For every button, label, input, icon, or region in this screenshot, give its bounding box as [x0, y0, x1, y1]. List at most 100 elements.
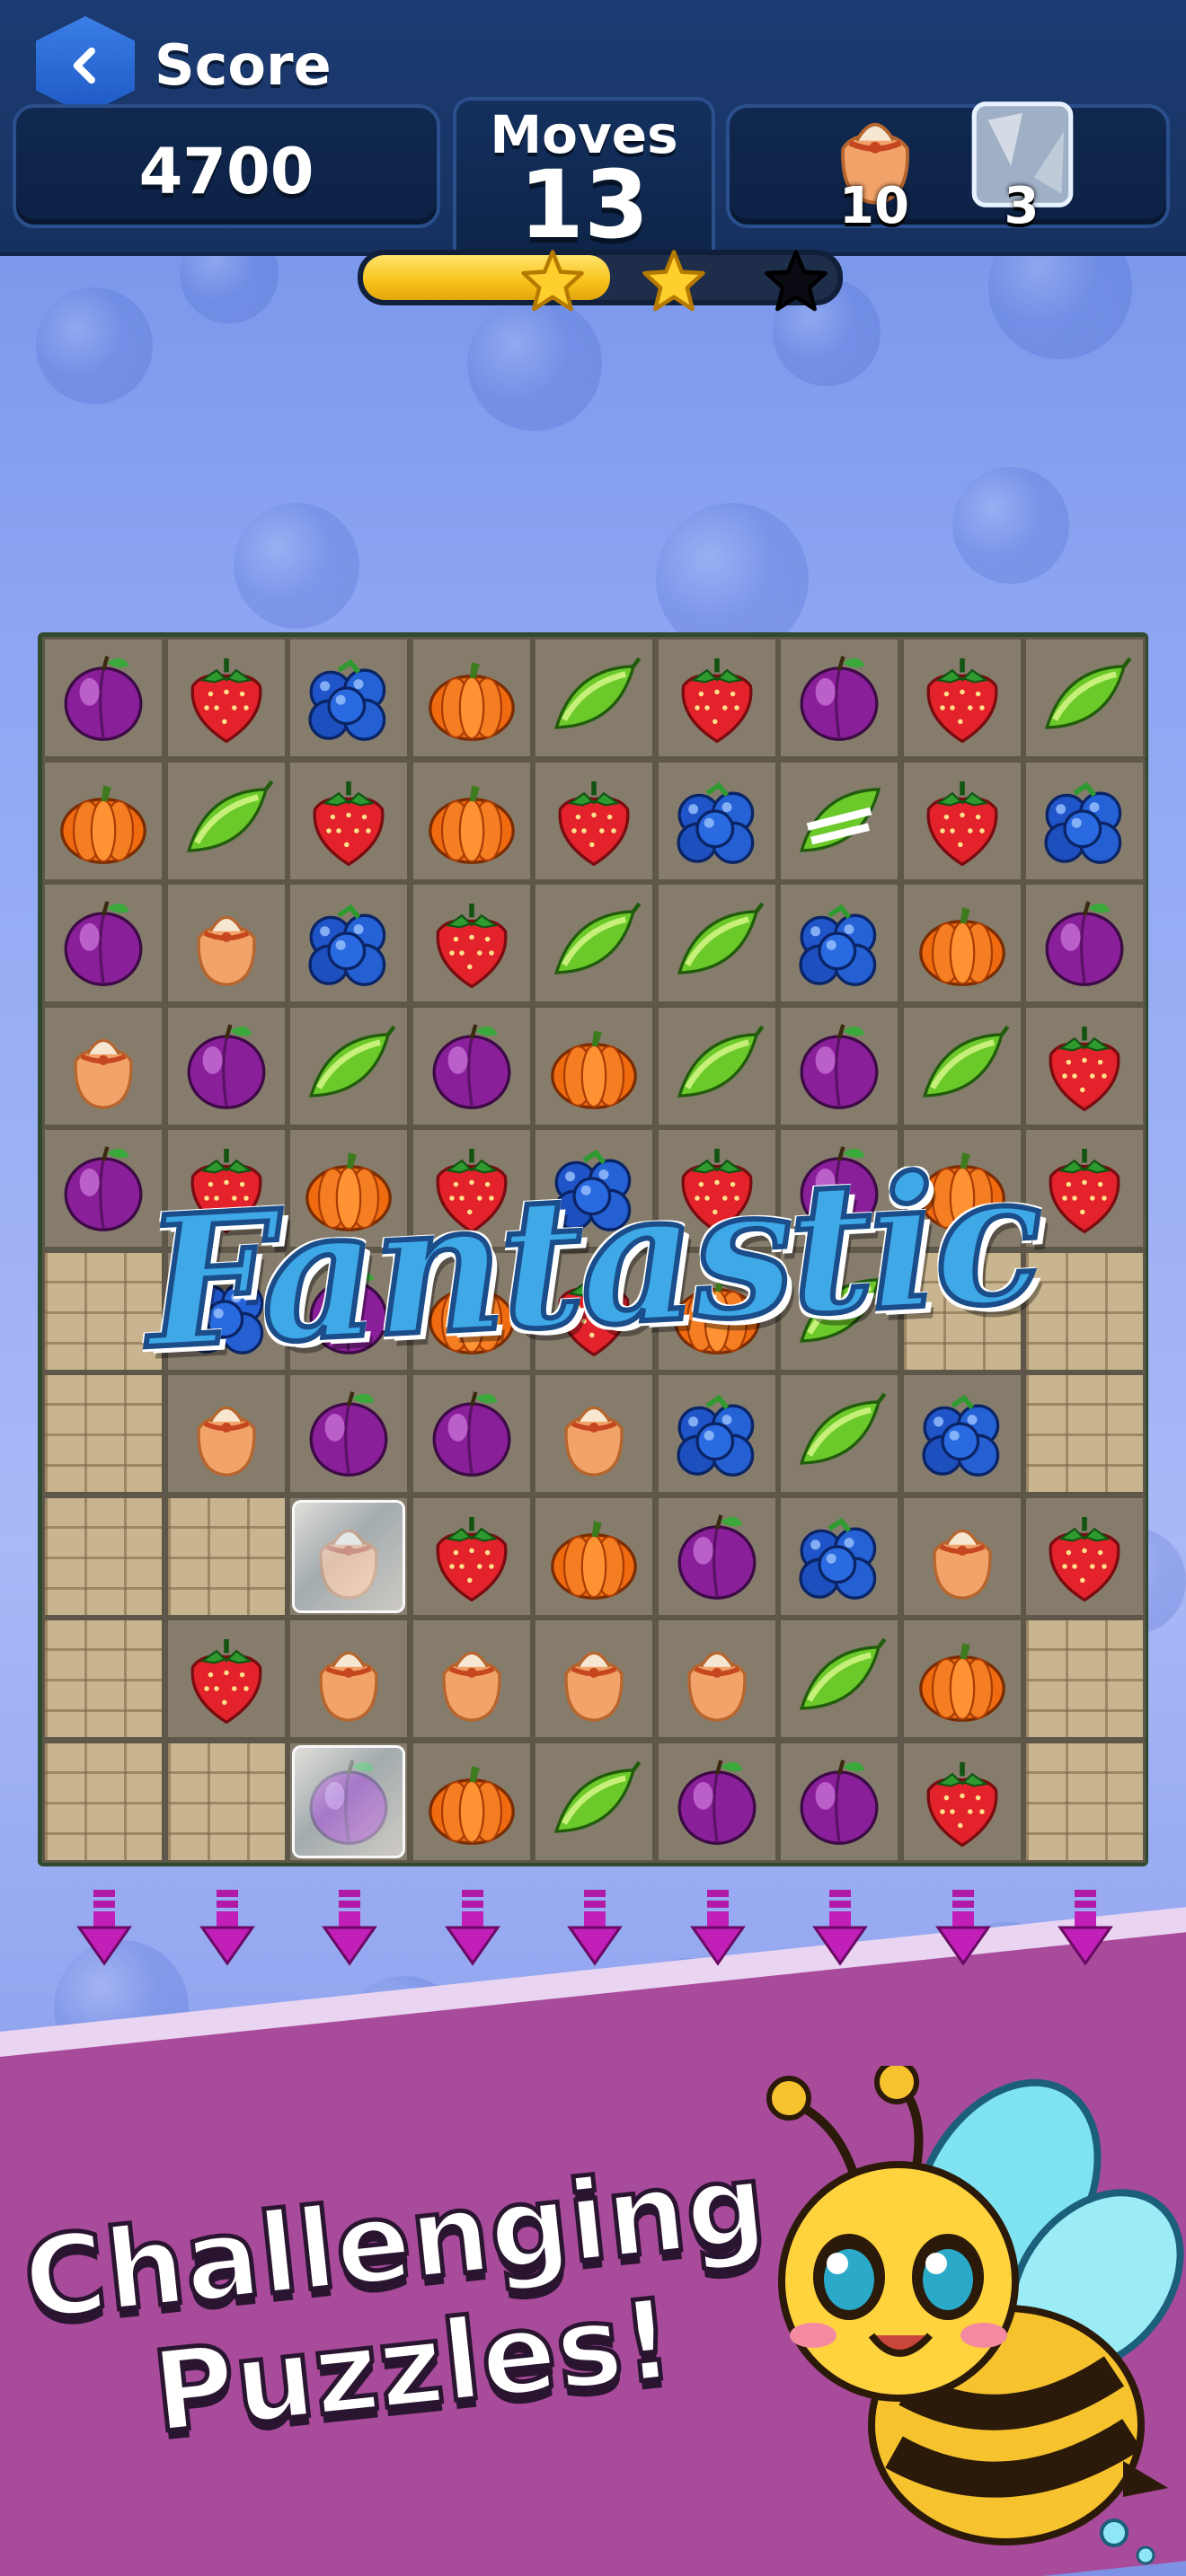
board-cell-blueberry[interactable]: [655, 759, 778, 882]
strawberry-icon: [544, 772, 643, 870]
peapod-icon: [544, 648, 643, 747]
board-cell-peapod-striped[interactable]: [778, 759, 900, 882]
board-cell-strawberry[interactable]: [1023, 1127, 1146, 1249]
board-cell-sack[interactable]: [655, 1618, 778, 1740]
board-cell-peapod[interactable]: [655, 1004, 778, 1127]
board-cell-plum[interactable]: [655, 1740, 778, 1863]
drop-arrow-icon: [566, 1886, 624, 1967]
board-cell-sack[interactable]: [900, 1495, 1023, 1618]
board-cell-plum[interactable]: [655, 1495, 778, 1618]
star-empty-icon: [763, 248, 829, 314]
board-cell-peapod[interactable]: [655, 882, 778, 1004]
board-cell-plum[interactable]: [778, 637, 900, 759]
stone-tile: [1023, 1740, 1146, 1863]
board-cell-plum[interactable]: [42, 637, 164, 759]
board-cell-blueberry[interactable]: [778, 882, 900, 1004]
stone-tile: [42, 1495, 164, 1618]
pumpkin-icon: [544, 1017, 643, 1116]
score-panel: 4700: [13, 104, 440, 228]
board-cell-peapod[interactable]: [778, 1372, 900, 1495]
board-cell-peapod[interactable]: [533, 637, 655, 759]
board-cell-plum[interactable]: [42, 882, 164, 1004]
board-cell-strawberry[interactable]: [1023, 1004, 1146, 1127]
drop-arrow-icon: [444, 1886, 501, 1967]
board-cell-strawberry[interactable]: [900, 1740, 1023, 1863]
board-cell-peapod[interactable]: [164, 759, 288, 882]
board-cell-strawberry[interactable]: [1023, 1495, 1146, 1618]
board-cell-strawberry[interactable]: [900, 759, 1023, 882]
background-blueberry: [36, 287, 153, 404]
board-cell-strawberry[interactable]: [164, 1618, 288, 1740]
pumpkin-icon: [54, 772, 153, 870]
pumpkin-icon: [422, 1752, 521, 1851]
board-cell-peapod[interactable]: [900, 1004, 1023, 1127]
goals-panel: 10 3: [726, 101, 1170, 235]
board-cell-sack-ice[interactable]: [288, 1495, 410, 1618]
board-cell-pumpkin[interactable]: [410, 1740, 533, 1863]
board-cell-blueberry[interactable]: [900, 1372, 1023, 1495]
board-cell-pumpkin[interactable]: [410, 759, 533, 882]
board-cell-plum[interactable]: [778, 1004, 900, 1127]
board-cell-pumpkin[interactable]: [900, 882, 1023, 1004]
plum-icon: [299, 1384, 398, 1483]
pumpkin-icon: [422, 648, 521, 747]
board-cell-peapod[interactable]: [533, 1740, 655, 1863]
plum-icon: [422, 1017, 521, 1116]
sack-icon: [913, 1507, 1012, 1606]
board-cell-sack[interactable]: [42, 1004, 164, 1127]
board-cell-pumpkin[interactable]: [42, 759, 164, 882]
board-cell-strawberry[interactable]: [164, 637, 288, 759]
strawberry-icon: [299, 772, 398, 870]
board-cell-strawberry[interactable]: [533, 759, 655, 882]
stone-tile: [42, 1618, 164, 1740]
plum-icon: [422, 1384, 521, 1483]
board-cell-plum-ice[interactable]: [288, 1740, 410, 1863]
board-cell-sack[interactable]: [410, 1618, 533, 1740]
board-cell-peapod[interactable]: [778, 1618, 900, 1740]
peapod-icon: [544, 1752, 643, 1851]
board-cell-peapod[interactable]: [533, 882, 655, 1004]
board-cell-plum[interactable]: [410, 1004, 533, 1127]
stone-tile: [42, 1740, 164, 1863]
board-cell-pumpkin[interactable]: [900, 1618, 1023, 1740]
board-cell-blueberry[interactable]: [655, 1372, 778, 1495]
pumpkin-icon: [422, 772, 521, 870]
peapod-icon: [790, 1629, 889, 1728]
board-cell-blueberry[interactable]: [288, 882, 410, 1004]
board-cell-plum[interactable]: [1023, 882, 1146, 1004]
board-cell-blueberry[interactable]: [778, 1495, 900, 1618]
strawberry-icon: [913, 648, 1012, 747]
background-blueberry: [234, 503, 359, 629]
blueberry-icon: [1035, 772, 1134, 870]
strawberry-icon: [1035, 1139, 1134, 1238]
board-cell-sack[interactable]: [164, 882, 288, 1004]
board-cell-strawberry[interactable]: [410, 1495, 533, 1618]
board-cell-plum[interactable]: [410, 1372, 533, 1495]
board-cell-pumpkin[interactable]: [533, 1495, 655, 1618]
ice-block-overlay: [292, 1744, 405, 1858]
pumpkin-icon: [544, 1507, 643, 1606]
board-cell-sack[interactable]: [533, 1618, 655, 1740]
board-cell-peapod[interactable]: [1023, 637, 1146, 759]
board-cell-plum[interactable]: [778, 1740, 900, 1863]
board-cell-blueberry[interactable]: [1023, 759, 1146, 882]
board-cell-pumpkin[interactable]: [533, 1004, 655, 1127]
board-cell-plum[interactable]: [164, 1004, 288, 1127]
board-cell-sack[interactable]: [288, 1618, 410, 1740]
board-cell-pumpkin[interactable]: [410, 637, 533, 759]
board-cell-strawberry[interactable]: [655, 637, 778, 759]
board-cell-strawberry[interactable]: [288, 759, 410, 882]
peapod-icon: [913, 1017, 1012, 1116]
board-cell-peapod[interactable]: [288, 1004, 410, 1127]
moves-value: 13: [518, 150, 650, 260]
back-button[interactable]: [36, 16, 135, 115]
drop-arrow-icon: [75, 1886, 133, 1967]
board-cell-strawberry[interactable]: [900, 637, 1023, 759]
plum-icon: [1035, 894, 1134, 992]
background-blueberry: [467, 296, 602, 431]
board-cell-sack[interactable]: [533, 1372, 655, 1495]
board-cell-blueberry[interactable]: [288, 637, 410, 759]
bee-mascot-icon: [766, 2066, 1184, 2565]
peapod-icon: [790, 1384, 889, 1483]
board-cell-strawberry[interactable]: [410, 882, 533, 1004]
